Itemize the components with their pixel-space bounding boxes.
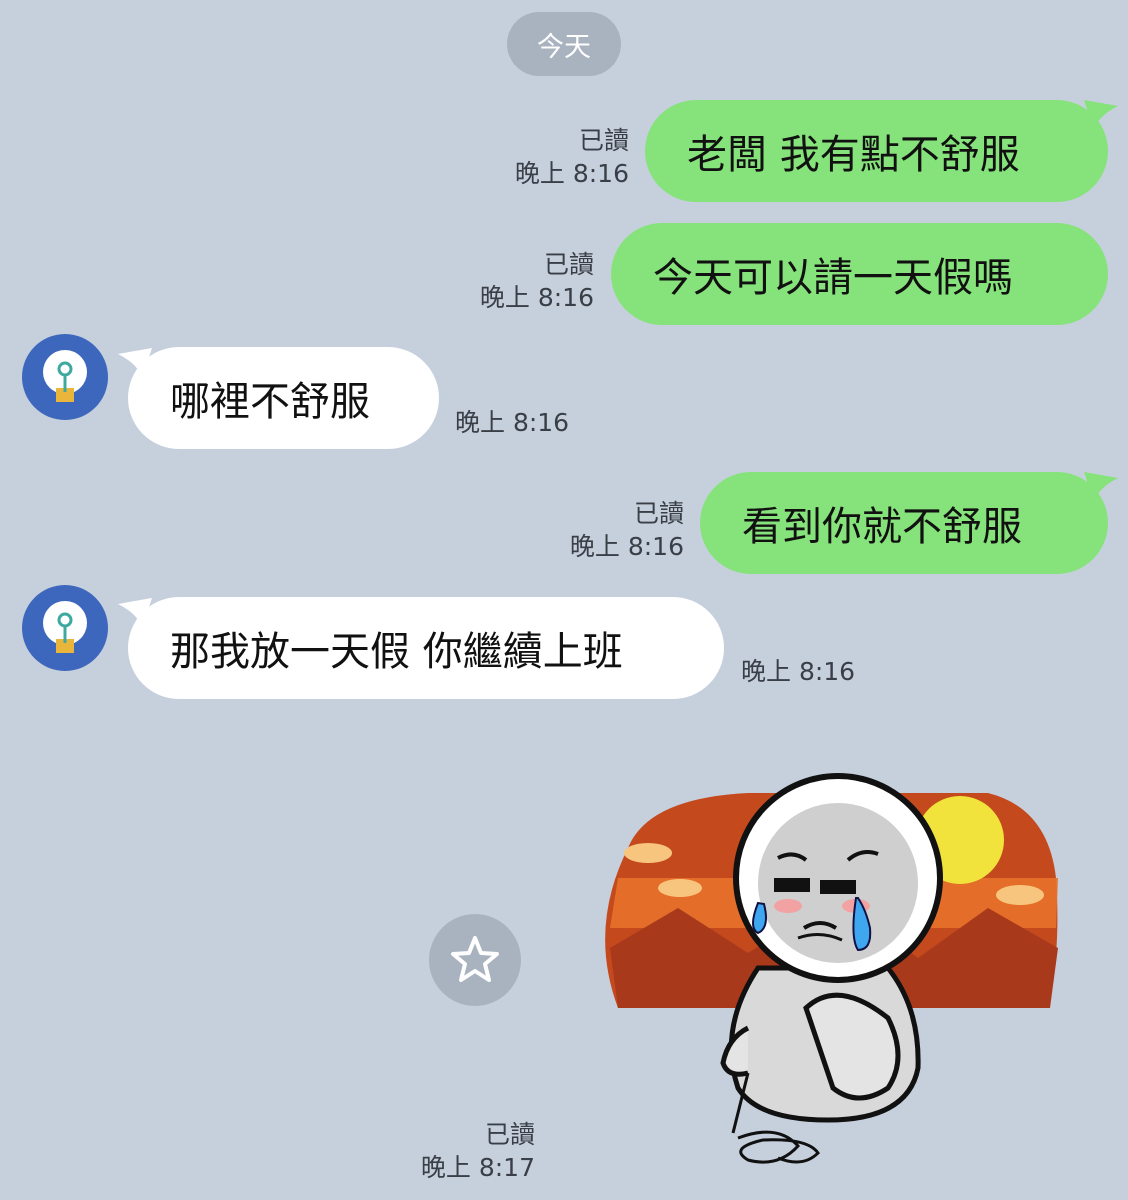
outgoing-message-bubble[interactable]: 今天可以請一天假嗎 — [611, 223, 1108, 325]
crying-character-sticker[interactable] — [588, 728, 1088, 1200]
message-text: 哪裡不舒服 — [170, 379, 370, 425]
message-meta: 晚上 8:16 — [741, 655, 855, 688]
timestamp: 晚上 8:16 — [741, 657, 856, 686]
message-meta: 晚上 8:16 — [455, 406, 569, 439]
message-meta: 已讀 晚上 8:16 — [570, 497, 684, 563]
message-meta: 已讀 晚上 8:16 — [480, 248, 594, 314]
star-icon — [451, 936, 499, 982]
timestamp: 晚上 8:16 — [455, 408, 570, 437]
bubble-tail — [1084, 100, 1118, 130]
incoming-message-bubble[interactable]: 哪裡不舒服 — [128, 347, 439, 449]
read-receipt: 已讀 — [633, 499, 684, 528]
bubble-tail — [1084, 472, 1118, 502]
contact-avatar[interactable] — [22, 585, 108, 671]
read-receipt: 已讀 — [484, 1120, 535, 1149]
timestamp: 晚上 8:17 — [420, 1153, 535, 1182]
timestamp: 晚上 8:16 — [479, 283, 594, 312]
timestamp: 晚上 8:16 — [569, 532, 684, 561]
message-text: 今天可以請一天假嗎 — [653, 255, 1013, 301]
message-text: 看到你就不舒服 — [742, 504, 1022, 550]
lightbulb-icon — [43, 350, 87, 402]
incoming-message-bubble[interactable]: 那我放一天假 你繼續上班 — [128, 597, 724, 699]
message-meta: 已讀 晚上 8:16 — [515, 124, 629, 190]
contact-avatar[interactable] — [22, 334, 108, 420]
message-text: 老闆 我有點不舒服 — [687, 132, 1020, 178]
message-meta: 已讀 晚上 8:17 — [421, 1118, 535, 1184]
favorite-sticker-button[interactable] — [429, 914, 521, 1006]
message-text: 那我放一天假 你繼續上班 — [170, 629, 623, 675]
date-separator: 今天 — [507, 12, 621, 76]
outgoing-message-bubble[interactable]: 老闆 我有點不舒服 — [645, 100, 1108, 202]
outgoing-message-bubble[interactable]: 看到你就不舒服 — [700, 472, 1108, 574]
timestamp: 晚上 8:16 — [514, 159, 629, 188]
lightbulb-icon — [43, 601, 87, 653]
read-receipt: 已讀 — [578, 126, 629, 155]
read-receipt: 已讀 — [543, 250, 594, 279]
